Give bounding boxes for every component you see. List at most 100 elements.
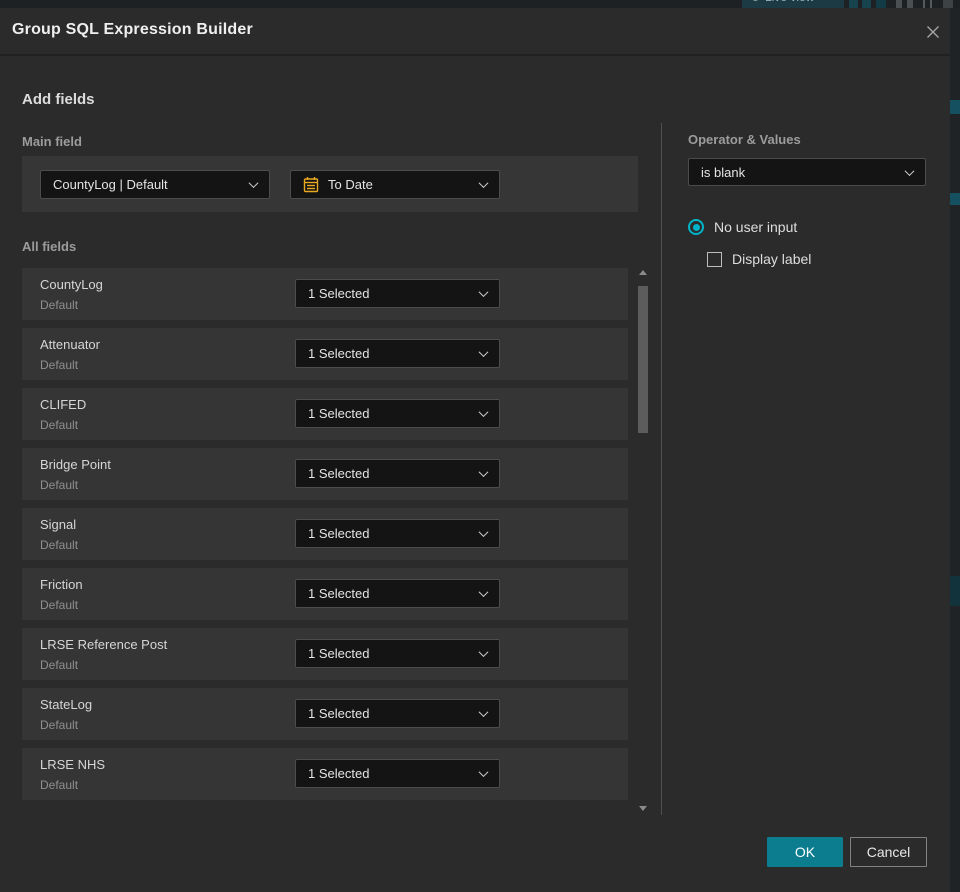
field-row: Attenuator Default 1 Selected	[22, 328, 628, 380]
display-label-option[interactable]: Display label	[707, 251, 811, 267]
chevron-down-icon	[478, 647, 489, 658]
field-values-dropdown-value: 1 Selected	[308, 526, 370, 541]
chevron-down-icon	[478, 407, 489, 418]
no-user-input-label: No user input	[714, 219, 798, 235]
date-dropdown-value: To Date	[328, 177, 373, 192]
field-values-dropdown-value: 1 Selected	[308, 766, 370, 781]
field-name: Attenuator	[40, 337, 100, 352]
background-fragment	[950, 100, 960, 114]
field-subtitle: Default	[40, 298, 79, 312]
chevron-down-icon	[478, 467, 489, 478]
dialog-header: Group SQL Expression Builder	[0, 8, 950, 56]
chevron-down-icon	[478, 767, 489, 778]
field-name: CountyLog	[40, 277, 103, 292]
background-fragment	[876, 0, 886, 8]
field-values-dropdown[interactable]: 1 Selected	[295, 339, 500, 368]
field-values-dropdown[interactable]: 1 Selected	[295, 459, 500, 488]
field-name: LRSE Reference Post	[40, 637, 168, 652]
operator-values-label: Operator & Values	[688, 132, 801, 147]
background-fragment	[849, 0, 858, 8]
background-fragment	[907, 0, 913, 8]
chevron-down-icon	[478, 587, 489, 598]
chevron-down-icon	[904, 165, 915, 176]
background-right-sliver	[950, 8, 960, 892]
main-field-dropdown[interactable]: CountyLog | Default	[40, 170, 270, 199]
background-fragment	[930, 0, 932, 8]
date-field-dropdown[interactable]: To Date	[290, 170, 500, 199]
no-user-input-option[interactable]: No user input	[688, 219, 797, 235]
field-values-dropdown[interactable]: 1 Selected	[295, 699, 500, 728]
field-values-dropdown-value: 1 Selected	[308, 466, 370, 481]
field-row: Bridge Point Default 1 Selected	[22, 448, 628, 500]
field-name: LRSE NHS	[40, 757, 106, 772]
group-sql-expression-builder-dialog: Group SQL Expression Builder Add fields …	[0, 8, 950, 892]
display-label-label: Display label	[732, 251, 812, 267]
scroll-up-icon[interactable]	[639, 270, 647, 275]
calendar-icon	[303, 176, 319, 193]
field-name: StateLog	[40, 697, 93, 712]
background-fragment	[950, 576, 960, 606]
field-values-dropdown[interactable]: 1 Selected	[295, 519, 500, 548]
field-values-dropdown[interactable]: 1 Selected	[295, 579, 500, 608]
chevron-down-icon	[478, 178, 489, 189]
field-subtitle: Default	[40, 658, 79, 672]
scrollbar-thumb[interactable]	[638, 286, 648, 433]
field-subtitle: Default	[40, 358, 79, 372]
field-values-dropdown[interactable]: 1 Selected	[295, 639, 500, 668]
main-field-dropdown-value: CountyLog | Default	[53, 177, 168, 192]
field-row: Signal Default 1 Selected	[22, 508, 628, 560]
field-row: Friction Default 1 Selected	[22, 568, 628, 620]
dialog-title: Group SQL Expression Builder	[12, 21, 253, 38]
background-fragment	[950, 193, 960, 205]
field-row: LRSE NHS Default 1 Selected	[22, 748, 628, 800]
field-row: LRSE Reference Post Default 1 Selected	[22, 628, 628, 680]
chevron-down-icon	[478, 707, 489, 718]
fields-list-scrollbar[interactable]	[638, 268, 648, 813]
field-values-dropdown[interactable]: 1 Selected	[295, 399, 500, 428]
field-values-dropdown-value: 1 Selected	[308, 406, 370, 421]
field-row: CountyLog Default 1 Selected	[22, 268, 628, 320]
field-subtitle: Default	[40, 538, 79, 552]
chevron-down-icon	[248, 178, 259, 189]
live-view-chip: Live view	[742, 0, 844, 8]
add-fields-heading: Add fields	[22, 91, 95, 108]
all-fields-label: All fields	[22, 239, 77, 254]
radio-selected-icon[interactable]	[688, 219, 704, 235]
operator-dropdown-value: is blank	[701, 164, 746, 180]
main-field-label: Main field	[22, 134, 82, 149]
background-app-strip: Live view	[0, 0, 960, 8]
field-name: Friction	[40, 577, 83, 592]
background-fragment	[862, 0, 871, 8]
ok-button[interactable]: OK	[767, 837, 843, 867]
field-values-dropdown-value: 1 Selected	[308, 706, 370, 721]
background-fragment	[923, 0, 925, 8]
chevron-down-icon	[478, 347, 489, 358]
checkbox-unchecked-icon[interactable]	[707, 251, 722, 267]
operator-dropdown[interactable]: is blank	[688, 158, 926, 186]
chevron-down-icon	[478, 287, 489, 298]
scroll-down-icon[interactable]	[639, 806, 647, 811]
field-values-dropdown-value: 1 Selected	[308, 586, 370, 601]
close-button[interactable]	[921, 20, 945, 44]
field-row: CLIFED Default 1 Selected	[22, 388, 628, 440]
field-name: Signal	[40, 517, 77, 532]
field-subtitle: Default	[40, 418, 79, 432]
field-row: StateLog Default 1 Selected	[22, 688, 628, 740]
field-values-dropdown[interactable]: 1 Selected	[295, 279, 500, 308]
live-view-label: Live view	[765, 0, 814, 4]
background-fragment	[943, 0, 953, 8]
field-subtitle: Default	[40, 778, 79, 792]
main-field-panel: CountyLog | Default To Date	[22, 156, 638, 212]
close-icon	[927, 26, 939, 38]
field-subtitle: Default	[40, 718, 79, 732]
field-name: CLIFED	[40, 397, 87, 412]
chevron-down-icon	[478, 527, 489, 538]
field-subtitle: Default	[40, 478, 79, 492]
panel-divider	[661, 123, 662, 815]
all-fields-list: CountyLog Default 1 Selected Attenuator …	[22, 268, 628, 808]
field-subtitle: Default	[40, 598, 79, 612]
field-values-dropdown[interactable]: 1 Selected	[295, 759, 500, 788]
background-fragment	[896, 0, 902, 8]
field-values-dropdown-value: 1 Selected	[308, 286, 370, 301]
cancel-button[interactable]: Cancel	[850, 837, 927, 867]
